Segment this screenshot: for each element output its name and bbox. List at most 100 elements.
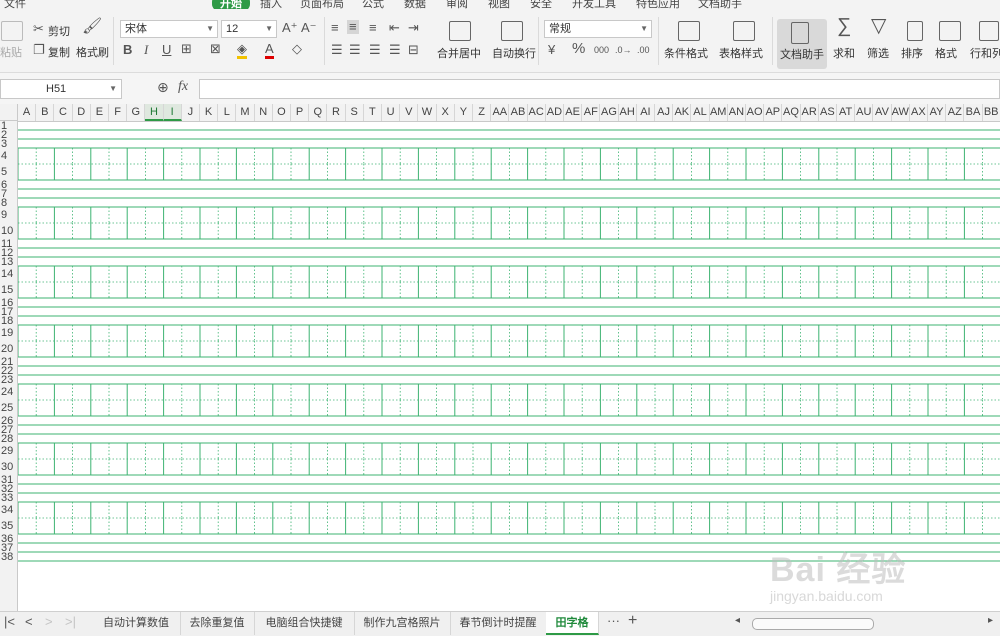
column-header-cell[interactable]: M: [236, 104, 255, 121]
row-header-cell[interactable]: 28: [0, 433, 17, 445]
italic-button[interactable]: I: [144, 43, 148, 57]
justify-icon[interactable]: ☰: [389, 43, 401, 57]
column-header-cell[interactable]: AI: [637, 104, 655, 121]
format-painter-button[interactable]: 格式刷: [76, 44, 109, 60]
row-header-cell[interactable]: 35: [0, 521, 17, 532]
column-header-cell[interactable]: BA: [964, 104, 983, 121]
sum-button[interactable]: 求和: [833, 45, 855, 61]
row-header-cell[interactable]: 3: [0, 138, 17, 150]
fx-icon[interactable]: fx: [178, 80, 188, 94]
column-header-cell[interactable]: BB: [983, 104, 1000, 121]
scroll-right-icon[interactable]: ▸: [988, 615, 993, 626]
align-top-icon[interactable]: ≡: [331, 21, 339, 35]
fill-pattern-icon[interactable]: ⊠: [210, 42, 221, 56]
column-header-cell[interactable]: AC: [528, 104, 546, 121]
fill-color-icon[interactable]: ◈: [237, 42, 247, 59]
sheet-tab[interactable]: 田字格: [546, 612, 599, 635]
row-col-button[interactable]: 行和列: [970, 45, 1000, 61]
column-header-cell[interactable]: G: [127, 104, 146, 121]
row-header-cell[interactable]: 34: [0, 505, 17, 516]
row-header-cell[interactable]: 18: [0, 315, 17, 327]
row-header-cell[interactable]: 30: [0, 462, 17, 473]
menu-file[interactable]: 文件: [4, 0, 26, 9]
row-header-cell[interactable]: 20: [0, 344, 17, 355]
paste-icon[interactable]: [1, 21, 23, 41]
column-header-cell[interactable]: AU: [855, 104, 874, 121]
paste-button[interactable]: 粘贴: [0, 44, 22, 60]
row-header-cell[interactable]: 9: [0, 210, 17, 221]
column-header-cell[interactable]: AH: [619, 104, 637, 121]
column-header-cell[interactable]: AN: [728, 104, 746, 121]
font-color-button[interactable]: A: [265, 42, 274, 59]
menu-doc-helper[interactable]: 文档助手: [698, 0, 742, 9]
more-sheets-button[interactable]: ···: [607, 613, 620, 628]
scroll-left-icon[interactable]: ◂: [735, 615, 740, 626]
column-header-cell[interactable]: AG: [600, 104, 619, 121]
column-header-cell[interactable]: AL: [691, 104, 710, 121]
currency-icon[interactable]: ¥: [548, 43, 555, 57]
increase-decimal-icon[interactable]: .0→: [615, 43, 632, 57]
column-header-cell[interactable]: N: [255, 104, 273, 121]
sheet-tab[interactable]: 去除重复值: [180, 612, 255, 635]
bold-button[interactable]: B: [123, 43, 132, 57]
row-header-cell[interactable]: 25: [0, 403, 17, 414]
column-header-cell[interactable]: AV: [873, 104, 892, 121]
menu-security[interactable]: 安全: [530, 0, 552, 9]
horizontal-scrollbar[interactable]: [752, 618, 874, 630]
column-header-cell[interactable]: O: [273, 104, 291, 121]
column-header-cell[interactable]: Y: [455, 104, 473, 121]
sheet-tab[interactable]: 自动计算数值: [92, 612, 181, 635]
align-left-icon[interactable]: ☰: [331, 43, 343, 57]
percent-icon[interactable]: %: [572, 41, 585, 56]
name-box[interactable]: H51 ▼: [0, 79, 122, 99]
row-header-cell[interactable]: 23: [0, 374, 17, 386]
menu-view[interactable]: 视图: [488, 0, 510, 9]
align-bottom-icon[interactable]: ≡: [369, 21, 377, 35]
sheet-tab[interactable]: 电脑组合快捷键: [254, 612, 355, 635]
row-header-cell[interactable]: 13: [0, 256, 17, 268]
column-header-cell[interactable]: AJ: [655, 104, 674, 121]
menu-insert[interactable]: 插入: [260, 0, 282, 9]
column-header-cell[interactable]: AM: [710, 104, 728, 121]
column-header-cell[interactable]: A: [18, 104, 37, 121]
border-icon[interactable]: ⊞: [181, 42, 192, 56]
sheet-tab[interactable]: 制作九宫格照片: [354, 612, 451, 635]
prev-sheet-icon[interactable]: <: [25, 614, 33, 629]
column-header-cell[interactable]: L: [218, 104, 237, 121]
increase-font-icon[interactable]: A⁺: [282, 21, 298, 35]
column-header-cell[interactable]: I: [163, 104, 182, 121]
column-header-cell[interactable]: AK: [673, 104, 692, 121]
thousands-icon[interactable]: 000: [594, 43, 609, 57]
column-header-cell[interactable]: P: [291, 104, 310, 121]
menu-developer[interactable]: 开发工具: [572, 0, 616, 9]
column-header-cell[interactable]: Z: [473, 104, 492, 121]
row-header-cell[interactable]: 24: [0, 387, 17, 398]
menu-special[interactable]: 特色应用: [636, 0, 680, 9]
column-header-cell[interactable]: AZ: [946, 104, 965, 121]
column-header-cell[interactable]: AB: [509, 104, 528, 121]
row-header-cell[interactable]: 29: [0, 446, 17, 457]
add-sheet-button[interactable]: +: [628, 612, 637, 630]
row-header-cell[interactable]: 19: [0, 328, 17, 339]
spreadsheet-grid[interactable]: [18, 121, 1000, 611]
copy-button[interactable]: 复制: [48, 44, 70, 60]
column-header-cell[interactable]: T: [364, 104, 382, 121]
select-all-corner[interactable]: [0, 104, 18, 121]
align-center-icon[interactable]: ☰: [349, 43, 361, 57]
distribute-icon[interactable]: ⊟: [408, 43, 419, 57]
sort-button[interactable]: 排序: [901, 45, 923, 61]
column-header-cell[interactable]: J: [182, 104, 200, 121]
first-sheet-icon[interactable]: |<: [4, 614, 15, 629]
row-header-cell[interactable]: 4: [0, 151, 17, 162]
column-header-cell[interactable]: AT: [837, 104, 856, 121]
column-header-cell[interactable]: S: [346, 104, 364, 121]
row-header-cell[interactable]: 14: [0, 269, 17, 280]
wrap-text-button[interactable]: 自动换行: [492, 45, 536, 61]
eraser-icon[interactable]: ◇: [292, 42, 302, 56]
zoom-icon[interactable]: ⊕: [157, 80, 169, 94]
font-size-select[interactable]: 12 ▼: [221, 20, 277, 38]
menu-formula[interactable]: 公式: [362, 0, 384, 9]
column-header-cell[interactable]: W: [418, 104, 437, 121]
row-header-cell[interactable]: 5: [0, 167, 17, 178]
format-button[interactable]: 格式: [935, 45, 957, 61]
